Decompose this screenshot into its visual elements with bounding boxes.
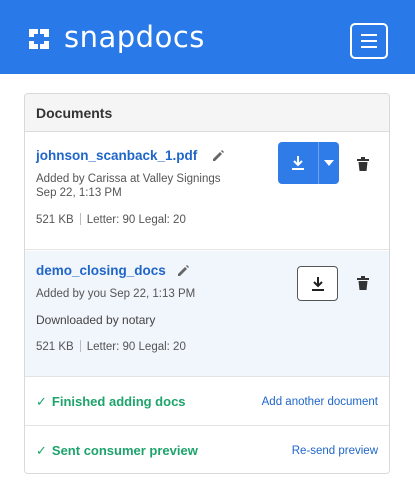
add-another-document-link[interactable]: Add another document bbox=[262, 396, 378, 408]
letter-count: Letter: 90 bbox=[86, 214, 136, 226]
stats-divider bbox=[79, 213, 81, 225]
caret-down-icon[interactable] bbox=[324, 160, 334, 166]
check-icon: ✓ bbox=[36, 394, 47, 409]
trash-icon[interactable] bbox=[357, 157, 369, 171]
pencil-icon[interactable] bbox=[176, 264, 190, 278]
download-split-button[interactable] bbox=[278, 142, 339, 184]
stats-divider bbox=[79, 340, 81, 352]
status-row-consumer-preview: ✓ Sent consumer preview Re-send preview bbox=[25, 427, 389, 473]
top-nav-bar: snapdocs bbox=[0, 0, 415, 74]
status-label: Sent consumer preview bbox=[51, 443, 198, 458]
hamburger-menu-icon bbox=[361, 34, 377, 36]
download-icon[interactable] bbox=[291, 155, 305, 171]
trash-icon[interactable] bbox=[357, 276, 369, 290]
hamburger-menu-icon-bar bbox=[361, 40, 377, 42]
hamburger-menu-icon-bar bbox=[361, 46, 377, 48]
file-size: 521 KB bbox=[36, 214, 74, 226]
status-row-finished-adding: ✓ Finished adding docs Add another docume… bbox=[25, 378, 389, 426]
menu-button[interactable] bbox=[350, 23, 388, 59]
added-by-text: Added by you Sep 22, 1:13 PM bbox=[36, 288, 196, 300]
document-row: johnson_scanback_1.pdf Added by Carissa … bbox=[25, 132, 389, 250]
pencil-icon[interactable] bbox=[211, 149, 225, 163]
document-stats: 521 KB Letter: 90 Legal: 20 bbox=[36, 213, 186, 226]
legal-count: Legal: 20 bbox=[138, 214, 186, 226]
consumer-preview-status: ✓ Sent consumer preview bbox=[36, 443, 198, 459]
document-name-link[interactable]: demo_closing_docs bbox=[36, 263, 166, 278]
document-name-link[interactable]: johnson_scanback_1.pdf bbox=[36, 148, 197, 163]
documents-card: Documents johnson_scanback_1.pdf Added b… bbox=[24, 93, 390, 474]
snapdocs-logo-icon bbox=[29, 29, 49, 49]
brand-name: snapdocs bbox=[64, 20, 205, 54]
downloaded-status-text: Downloaded by notary bbox=[36, 313, 156, 327]
document-stats: 521 KB Letter: 90 Legal: 20 bbox=[36, 340, 186, 353]
finished-adding-status: ✓ Finished adding docs bbox=[36, 394, 186, 410]
added-date-text: Sep 22, 1:13 PM bbox=[36, 187, 122, 199]
download-icon[interactable] bbox=[311, 276, 325, 292]
legal-count: Legal: 20 bbox=[138, 341, 186, 353]
file-size: 521 KB bbox=[36, 341, 74, 353]
status-label: Finished adding docs bbox=[51, 394, 186, 409]
download-button[interactable] bbox=[297, 266, 338, 301]
letter-count: Letter: 90 bbox=[86, 341, 136, 353]
split-divider bbox=[318, 142, 319, 184]
resend-preview-link[interactable]: Re-send preview bbox=[292, 445, 378, 457]
check-icon: ✓ bbox=[36, 443, 47, 458]
document-row: demo_closing_docs Added by you Sep 22, 1… bbox=[25, 251, 389, 377]
documents-card-title: Documents bbox=[25, 94, 389, 132]
added-by-text: Added by Carissa at Valley Signings bbox=[36, 173, 221, 185]
